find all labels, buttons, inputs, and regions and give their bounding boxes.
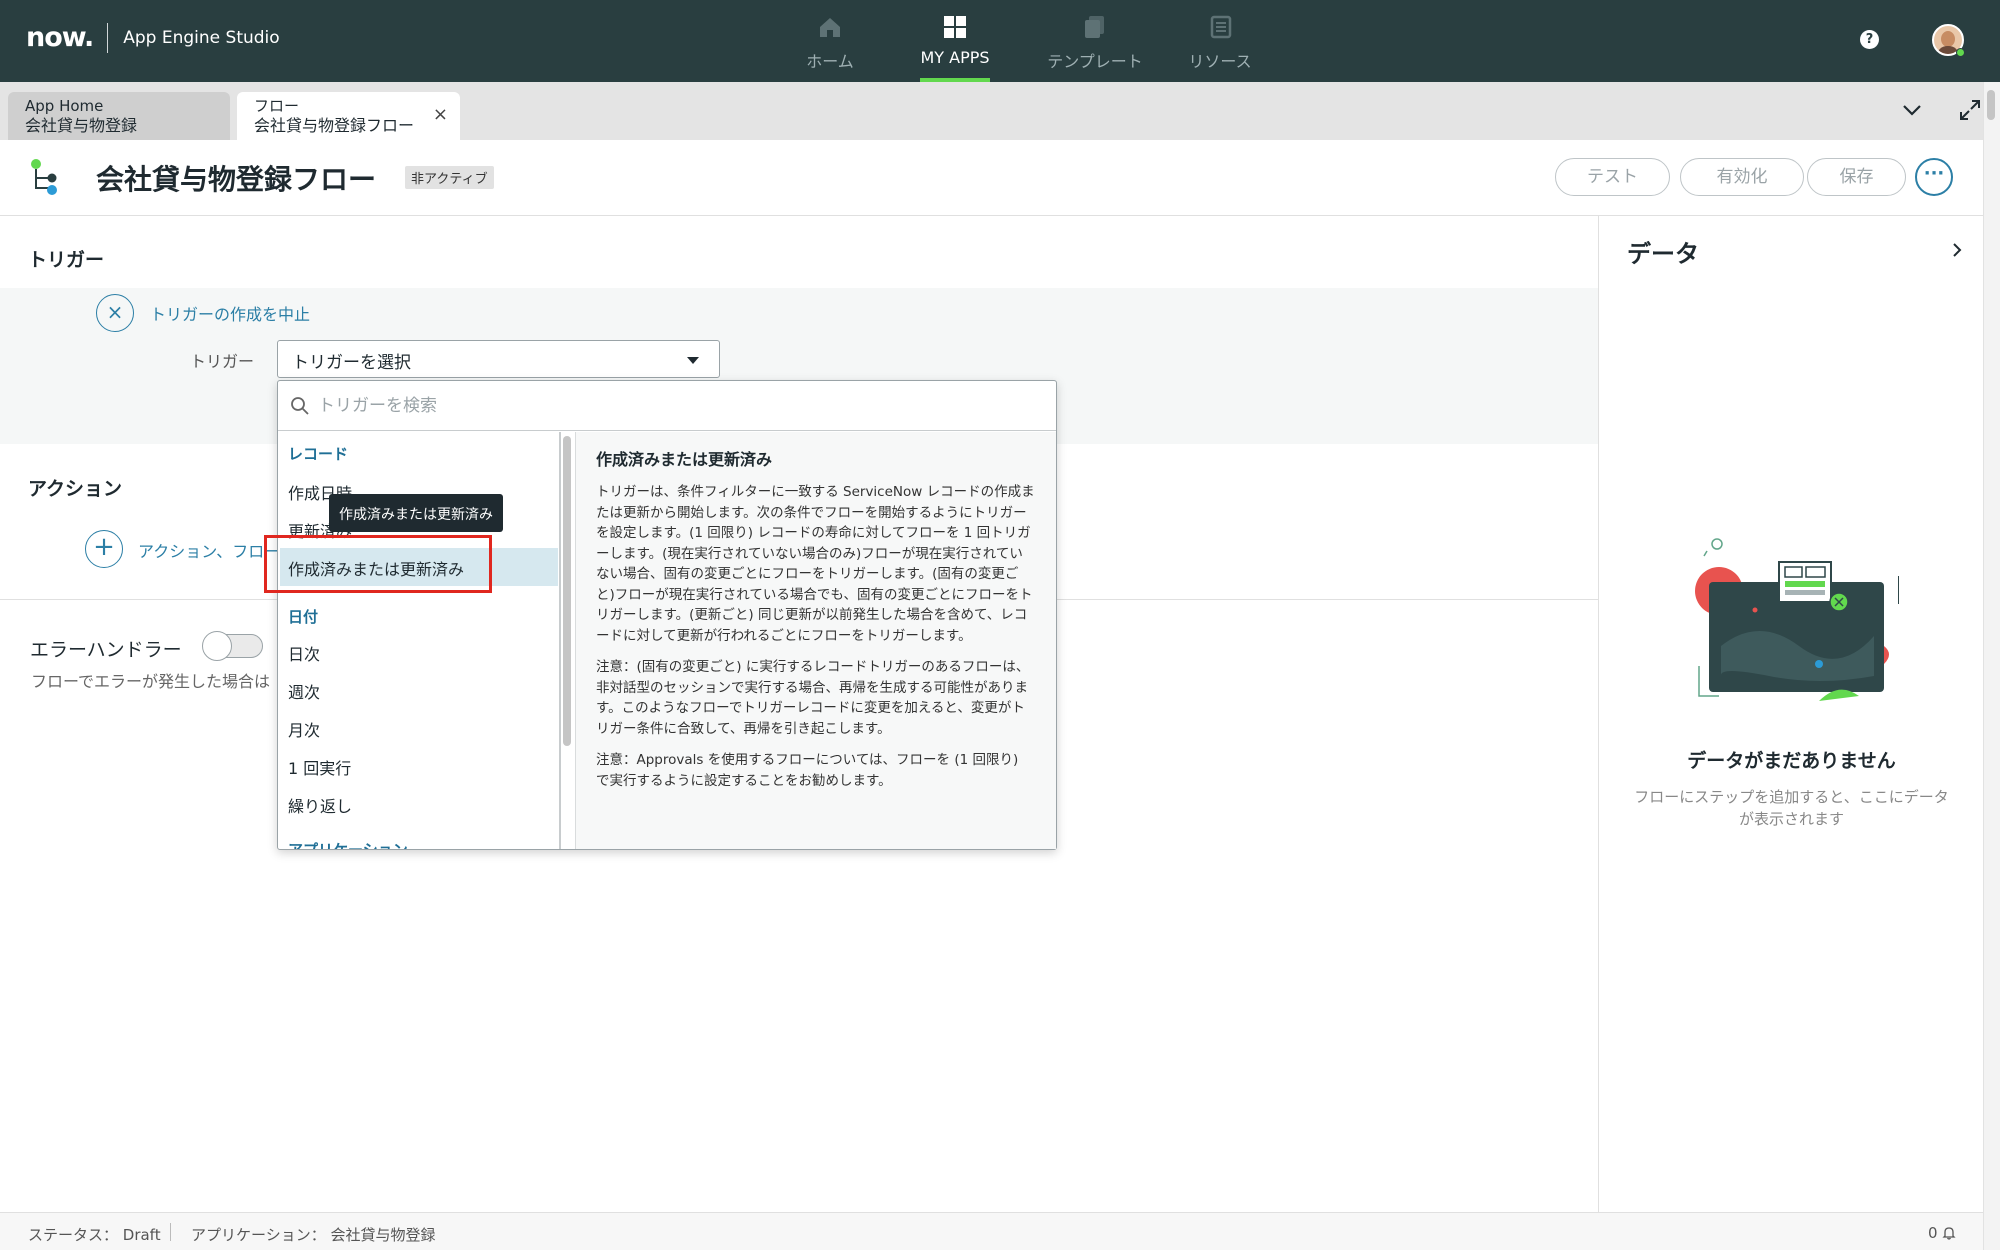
page-title: 会社貸与物登録フロー (96, 163, 377, 196)
action-section-title: アクション (28, 478, 123, 500)
nav-item-resources-label: リソース (1188, 52, 1252, 71)
nav-item-my-apps[interactable]: MY APPS (910, 0, 1000, 82)
template-icon (1085, 16, 1104, 38)
activate-button[interactable]: 有効化 (1680, 158, 1804, 196)
selection-highlight-box (264, 535, 492, 593)
chevron-down-icon[interactable] (1900, 98, 1924, 122)
tab-app-home[interactable]: App Home 会社貸与物登録 (8, 92, 230, 140)
status-badge: 非アクティブ (405, 166, 494, 189)
notification-count: 0 (1928, 1224, 1938, 1242)
app-name: App Engine Studio (123, 27, 280, 48)
footer-divider (170, 1223, 171, 1241)
list-item[interactable]: 1 回実行 (288, 755, 351, 779)
footer-status: ステータス： Draft (28, 1226, 161, 1244)
data-panel-title: データ (1627, 240, 1699, 268)
brand[interactable]: now. App Engine Studio (26, 22, 280, 53)
test-button[interactable]: テスト (1555, 158, 1670, 196)
top-navigation-bar: now. App Engine Studio ホーム MY APPS テンプレー… (0, 0, 2000, 82)
description-paragraph: トリガーは、条件フィルターに一致する ServiceNow レコードの作成または… (596, 484, 1035, 644)
error-handler-description: フローでエラーが発生した場合は (31, 672, 271, 691)
search-icon (291, 397, 309, 415)
trigger-field-label: トリガー (190, 352, 255, 371)
status-footer: ステータス： Draft アプリケーション： 会社貸与物登録 0 (0, 1212, 1983, 1250)
list-item[interactable]: 日次 (288, 641, 320, 665)
empty-data-title: データがまだありません (1687, 750, 1896, 772)
tab-flow-sublabel: 会社貸与物登録フロー (254, 116, 415, 135)
home-icon (820, 18, 840, 37)
tab-app-home-sublabel: 会社貸与物登録 (25, 116, 138, 135)
list-group-record: レコード (288, 445, 349, 463)
caret-down-icon (687, 357, 699, 364)
nav-item-templates-label: テンプレート (1047, 52, 1143, 71)
nav-item-my-apps-label: MY APPS (920, 48, 990, 67)
toggle-knob (202, 631, 232, 661)
chevron-right-icon[interactable] (1947, 238, 1967, 262)
close-icon[interactable]: × (433, 104, 448, 125)
grid-icon (944, 16, 966, 38)
empty-data-description: フローにステップを追加すると、ここにデータが表示されます (1634, 788, 1949, 828)
tab-flow-label: フロー (254, 97, 300, 115)
trigger-section-title: トリガー (28, 249, 105, 271)
avatar-face (1941, 31, 1955, 47)
description-title: 作成済みまたは更新済み (596, 450, 773, 469)
tab-flow[interactable]: フロー 会社貸与物登録フロー × (237, 92, 460, 140)
list-item[interactable]: 週次 (288, 679, 320, 703)
trigger-search-row (278, 381, 1056, 431)
trigger-select-value: トリガーを選択 (292, 353, 411, 373)
nav-item-templates[interactable]: テンプレート (1030, 0, 1160, 82)
flow-icon (31, 159, 57, 195)
list-group-date: 日付 (288, 608, 319, 626)
add-action-link[interactable]: アクション、フロー (138, 538, 278, 562)
flow-header: 会社貸与物登録フロー 非アクティブ テスト 有効化 保存 ··· (0, 140, 1983, 216)
data-panel: データ データがまだありません フローにステップを追加すると、ここにデータが表示… (1598, 216, 1983, 1212)
tab-bar: App Home 会社貸与物登録 フロー 会社貸与物登録フロー × (0, 82, 2000, 140)
cancel-icon[interactable]: × (96, 294, 134, 332)
resource-icon (1210, 15, 1232, 39)
error-handler-toggle[interactable] (202, 631, 263, 661)
list-item[interactable]: 繰り返し (288, 793, 352, 817)
trigger-dropdown: レコード 作成日時 更新済み 作成済みまたは更新済み 日付 日次 週次 月次 1… (277, 380, 1057, 850)
brand-divider (107, 22, 109, 53)
page-scrollbar[interactable] (1983, 82, 2000, 1250)
list-scrollbar[interactable] (563, 436, 571, 746)
trigger-description-panel: 作成済みまたは更新済み トリガーは、条件フィルターに一致する ServiceNo… (576, 432, 1056, 849)
empty-data-illustration (1695, 538, 1899, 701)
cancel-trigger-link[interactable]: トリガーの作成を中止 (150, 301, 310, 325)
description-note: 注意：Approvals を使用するフローについては、フローを (1 回限り) … (596, 752, 1019, 789)
description-note: 注意：(固有の変更ごと) に実行するレコードトリガーのあるフローは、非対話型のセ… (596, 659, 1030, 737)
presence-indicator (1956, 48, 1965, 57)
error-handler-label: エラーハンドラー (30, 639, 182, 661)
nav-item-home[interactable]: ホーム (790, 0, 870, 82)
main-nav: ホーム MY APPS テンプレート リソース (790, 0, 1260, 82)
expand-icon[interactable] (1958, 98, 1982, 122)
add-icon[interactable]: + (85, 530, 123, 568)
more-options-button[interactable]: ··· (1915, 158, 1953, 196)
page-scrollbar-thumb[interactable] (1987, 90, 1995, 120)
help-icon[interactable]: ? (1860, 30, 1879, 49)
bell-icon (1942, 1227, 1956, 1240)
servicenow-logo: now. (26, 22, 94, 53)
notifications-indicator[interactable]: 0 (1928, 1224, 1956, 1242)
list-item[interactable]: 月次 (288, 717, 320, 741)
trigger-select[interactable]: トリガーを選択 (277, 340, 720, 378)
trigger-search-input[interactable] (318, 389, 1038, 423)
nav-item-resources[interactable]: リソース (1180, 0, 1260, 82)
save-button[interactable]: 保存 (1807, 158, 1906, 196)
tab-app-home-label: App Home (25, 97, 104, 115)
footer-application: アプリケーション： 会社貸与物登録 (191, 1226, 436, 1244)
list-group-application: アプリケーション (288, 839, 408, 849)
nav-item-home-label: ホーム (806, 52, 854, 71)
tooltip: 作成済みまたは更新済み (329, 494, 503, 532)
